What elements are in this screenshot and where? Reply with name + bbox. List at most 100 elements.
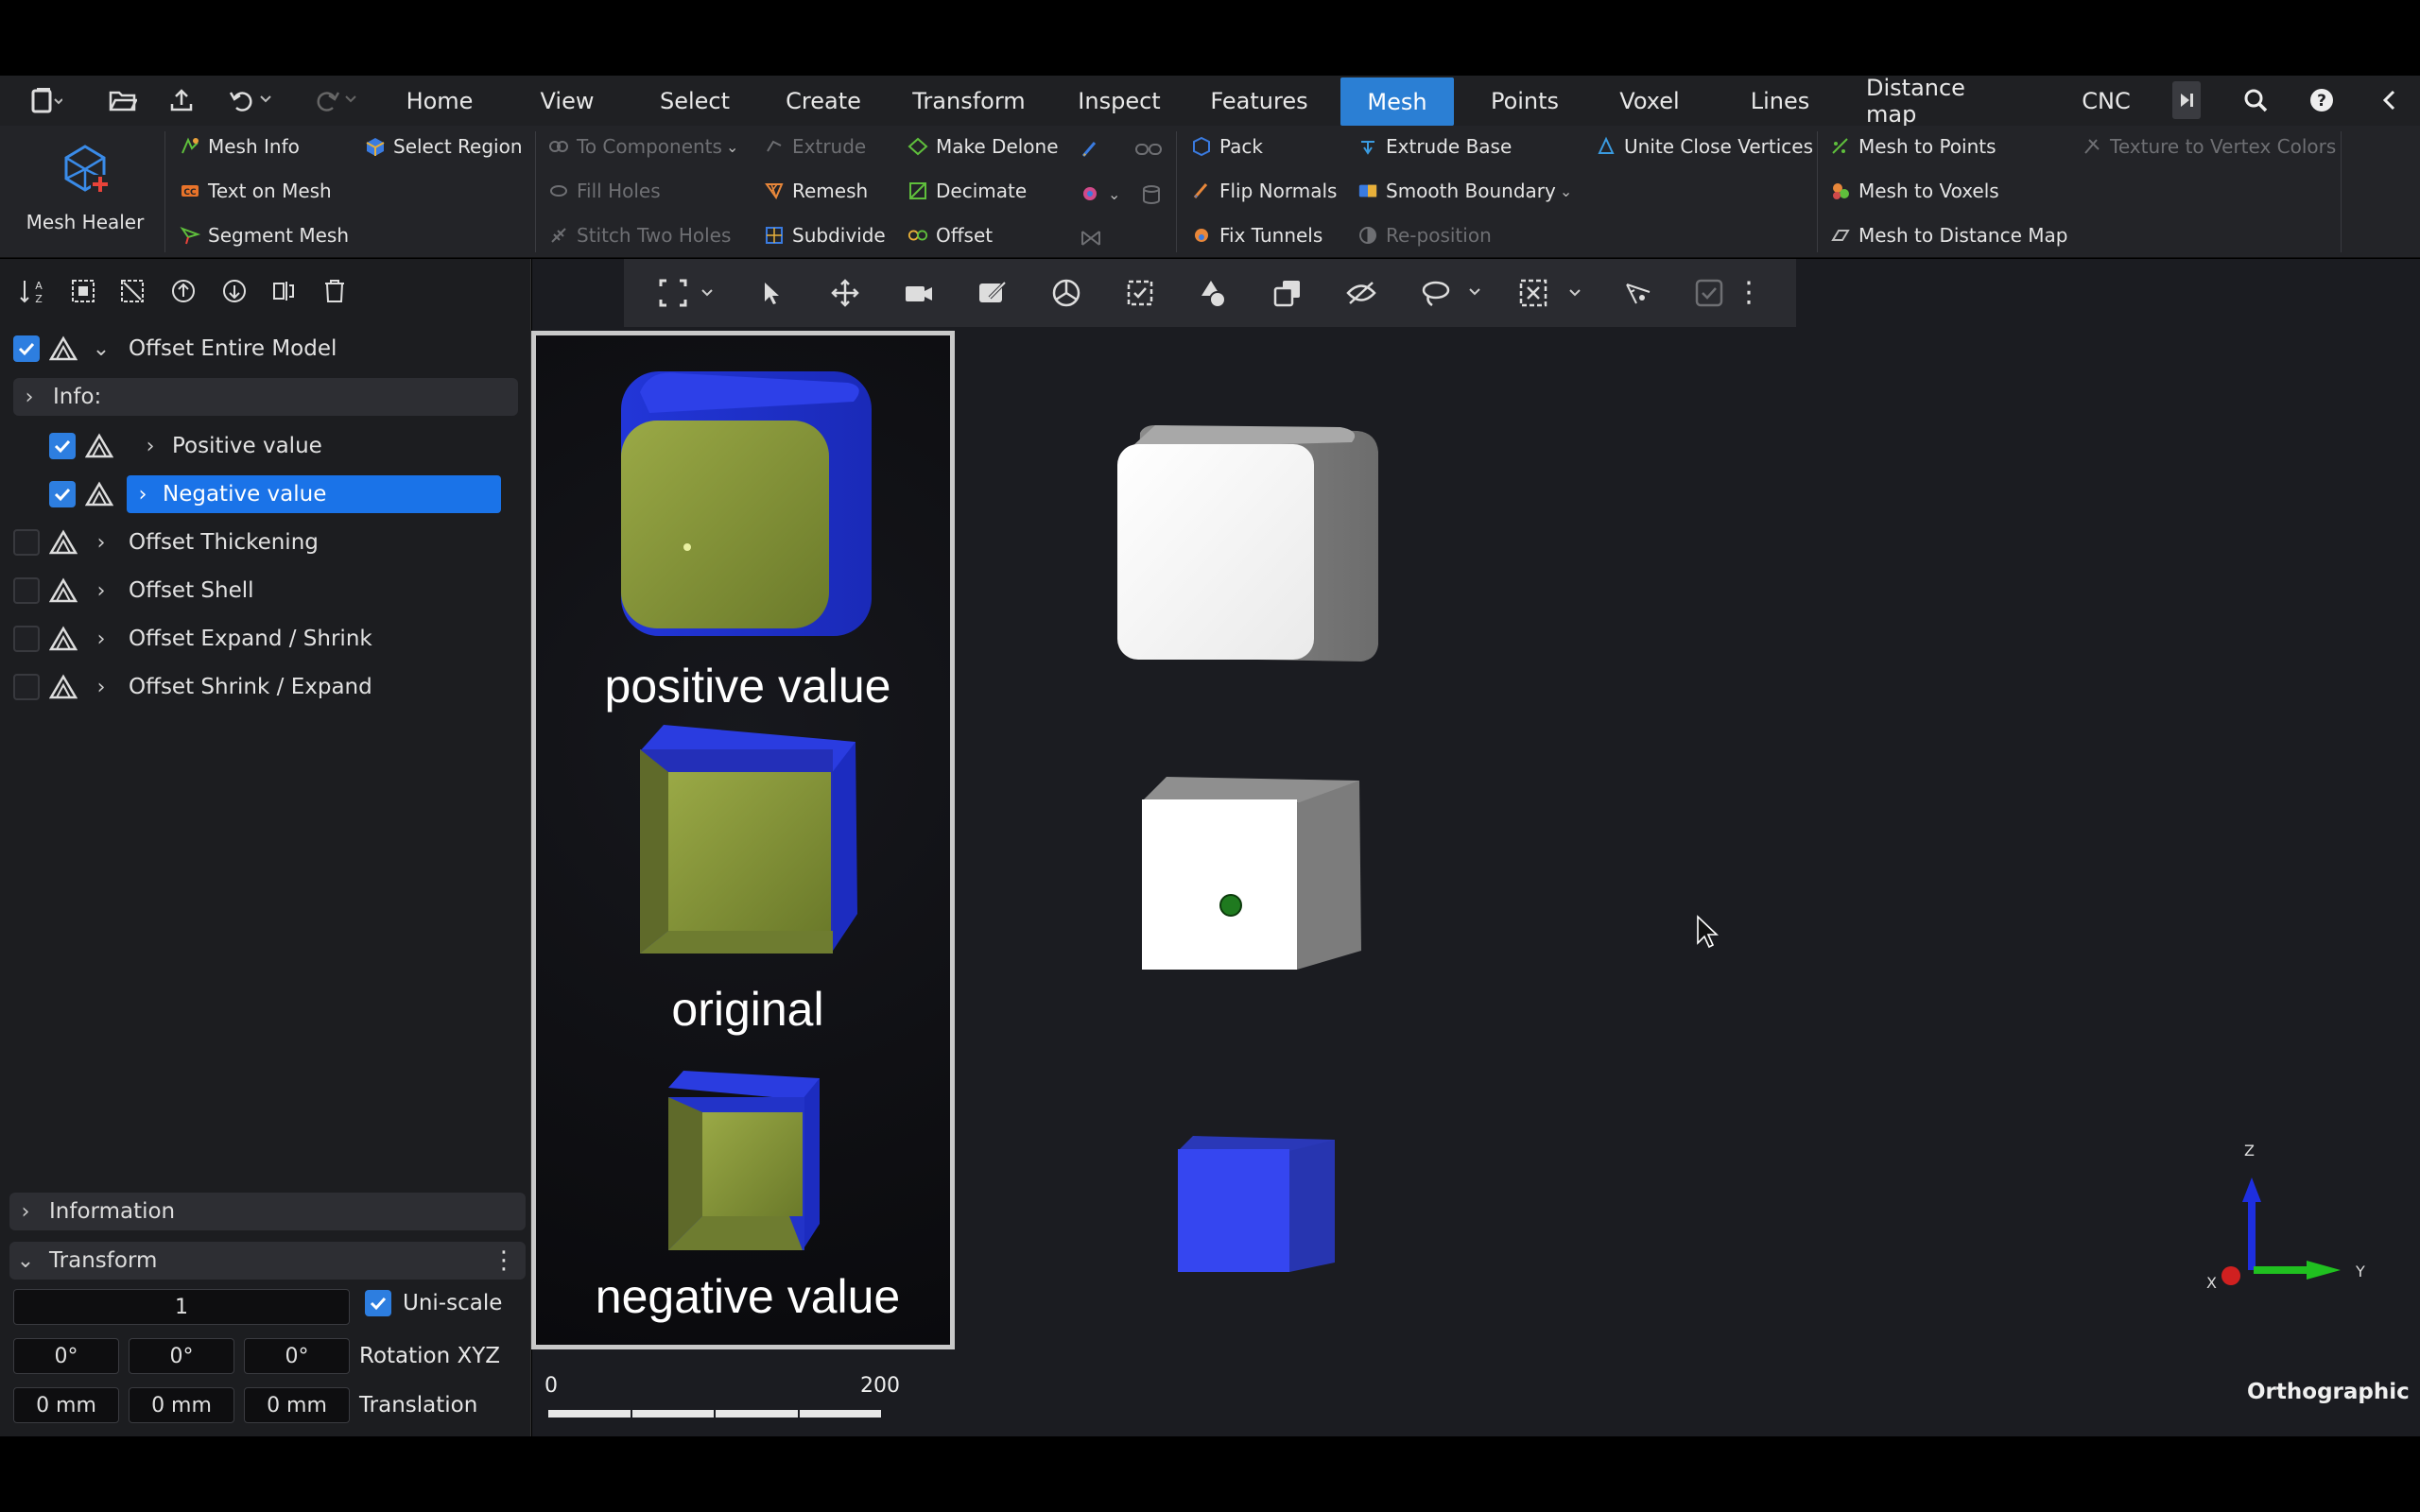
scale-input[interactable]: 1	[13, 1289, 350, 1325]
visibility-checkbox[interactable]	[13, 577, 40, 604]
decimate-button[interactable]: Decimate	[908, 174, 1027, 208]
tree-item-offset-shrink-expand[interactable]: › Offset Shrink / Expand	[13, 663, 524, 711]
to-components-button[interactable]: To Components ⌄	[548, 129, 738, 163]
projection-label[interactable]: Orthographic	[2247, 1380, 2410, 1404]
translation-z-input[interactable]: 0 mm	[244, 1387, 350, 1423]
mesh-to-distance-map-button[interactable]: Mesh to Distance Map	[1830, 218, 2067, 252]
camera-icon[interactable]	[900, 274, 938, 312]
trash-icon[interactable]	[316, 272, 354, 310]
extrude-button[interactable]: Extrude	[764, 129, 866, 163]
tab-inspect[interactable]: Inspect	[1072, 76, 1167, 126]
positive-offset-cube[interactable]	[1117, 425, 1378, 662]
visibility-checkbox[interactable]	[49, 433, 76, 459]
redo-icon[interactable]	[308, 83, 365, 117]
tab-create[interactable]: Create	[781, 76, 866, 126]
chevron-right-icon[interactable]: ›	[134, 435, 166, 458]
chevron-right-icon[interactable]: ›	[127, 483, 159, 507]
negative-offset-cube[interactable]	[1178, 1136, 1335, 1272]
tree-item-positive-value[interactable]: › Positive value	[49, 422, 522, 470]
tab-cnc[interactable]: CNC	[2061, 76, 2152, 126]
chevron-right-icon[interactable]: ›	[85, 676, 117, 699]
tab-distance-map[interactable]: Distance map	[1862, 75, 2023, 128]
rotation-y-input[interactable]: 0°	[129, 1338, 234, 1374]
collapse-icon[interactable]	[2371, 83, 2409, 117]
cylinder-icon[interactable]	[1140, 183, 1163, 210]
sort-az-icon[interactable]: AZ	[15, 272, 53, 310]
texture-paint-icon[interactable]: ⌄	[1080, 183, 1120, 204]
segment-mesh-button[interactable]: Segment Mesh	[180, 218, 349, 252]
visibility-checkbox[interactable]	[13, 626, 40, 652]
pack-button[interactable]: Pack	[1191, 129, 1263, 163]
mesh-info-button[interactable]: Mesh Info	[180, 129, 300, 163]
deselect-icon[interactable]	[113, 272, 151, 310]
unite-close-vertices-button[interactable]: Unite Close Vertices	[1596, 129, 1813, 163]
link-icon[interactable]	[1134, 139, 1163, 163]
upload-icon[interactable]	[163, 83, 200, 117]
mesh-to-voxels-button[interactable]: Mesh to Voxels	[1830, 174, 1999, 208]
select-all-icon[interactable]	[64, 272, 102, 310]
stitch-two-holes-button[interactable]: Stitch Two Holes	[548, 218, 731, 252]
confirm-icon[interactable]	[1690, 274, 1728, 312]
more-tools-icon[interactable]: ⋮	[1735, 274, 1763, 312]
subdivide-button[interactable]: Subdivide	[764, 218, 886, 252]
folder-open-icon[interactable]	[104, 83, 142, 117]
duplicate-icon[interactable]	[1269, 274, 1306, 312]
more-options-icon[interactable]: ⋮	[492, 1248, 516, 1273]
tree-item-negative-value[interactable]: › Negative value	[49, 471, 522, 518]
smooth-boundary-button[interactable]: Smooth Boundary ⌄	[1357, 174, 1572, 208]
tab-select[interactable]: Select	[652, 76, 737, 126]
chevron-right-icon[interactable]: ›	[85, 531, 117, 555]
help-icon[interactable]: ?	[2303, 83, 2341, 117]
move-icon[interactable]	[826, 274, 864, 312]
translation-y-input[interactable]: 0 mm	[129, 1387, 234, 1423]
tab-features[interactable]: Features	[1206, 76, 1312, 126]
tree-item-offset-thickening[interactable]: › Offset Thickening	[13, 519, 524, 566]
magic-wand-icon[interactable]	[1620, 274, 1658, 312]
tree-item-offset-expand-shrink[interactable]: › Offset Expand / Shrink	[13, 615, 524, 662]
flip-icon[interactable]	[265, 272, 302, 310]
remesh-button[interactable]: Remesh	[764, 174, 868, 208]
text-on-mesh-button[interactable]: CC Text on Mesh	[180, 174, 332, 208]
chevron-down-icon[interactable]: ⌄	[85, 337, 117, 361]
tree-item-offset-entire-model[interactable]: ⌄ Offset Entire Model	[13, 325, 524, 372]
tree-item-offset-shell[interactable]: › Offset Shell	[13, 567, 524, 614]
extrude-base-button[interactable]: Extrude Base	[1357, 129, 1512, 163]
lasso-icon[interactable]	[1416, 274, 1492, 312]
original-cube[interactable]	[1142, 777, 1361, 970]
search-icon[interactable]	[2237, 83, 2274, 117]
tab-lines[interactable]: Lines	[1737, 76, 1823, 126]
move-down-icon[interactable]	[216, 272, 253, 310]
select-region-button[interactable]: Select Region	[365, 129, 523, 163]
information-panel-header[interactable]: › Information	[9, 1193, 526, 1230]
flip-normals-button[interactable]: Flip Normals	[1191, 174, 1337, 208]
tab-home[interactable]: Home	[397, 76, 482, 126]
info-section[interactable]: › Info:	[13, 378, 518, 416]
pivot-point[interactable]	[1219, 894, 1242, 917]
make-delone-button[interactable]: Make Delone	[908, 129, 1059, 163]
translation-x-input[interactable]: 0 mm	[13, 1387, 119, 1423]
rotation-z-input[interactable]: 0°	[244, 1338, 350, 1374]
tab-transform[interactable]: Transform	[908, 76, 1030, 126]
fill-holes-button[interactable]: Fill Holes	[548, 174, 661, 208]
reposition-button[interactable]: Re-position	[1357, 218, 1492, 252]
select-pointer-icon[interactable]	[752, 274, 790, 312]
shapes-icon[interactable]	[1195, 274, 1233, 312]
document-icon[interactable]	[23, 83, 70, 117]
mesh-to-points-button[interactable]: Mesh to Points	[1830, 129, 1996, 163]
hide-icon[interactable]	[1342, 274, 1380, 312]
undo-icon[interactable]	[223, 83, 280, 117]
skip-icon[interactable]	[2172, 81, 2201, 119]
visibility-checkbox[interactable]	[49, 481, 76, 507]
deselect-box-icon[interactable]	[1514, 274, 1590, 312]
fix-tunnels-button[interactable]: Fix Tunnels	[1191, 218, 1322, 252]
texture-to-vertex-colors-button[interactable]: Texture to Vertex Colors	[2082, 129, 2336, 163]
transform-panel-header[interactable]: ⌄ Transform ⋮	[9, 1242, 526, 1280]
uniscale-checkbox[interactable]	[365, 1290, 391, 1316]
chevron-right-icon[interactable]: ›	[85, 579, 117, 603]
rotation-x-input[interactable]: 0°	[13, 1338, 119, 1374]
tab-view[interactable]: View	[529, 76, 605, 126]
tab-points[interactable]: Points	[1482, 76, 1567, 126]
chevron-right-icon[interactable]: ›	[85, 627, 117, 651]
bowtie-icon[interactable]	[1080, 228, 1102, 252]
box-select-icon[interactable]	[1121, 274, 1159, 312]
